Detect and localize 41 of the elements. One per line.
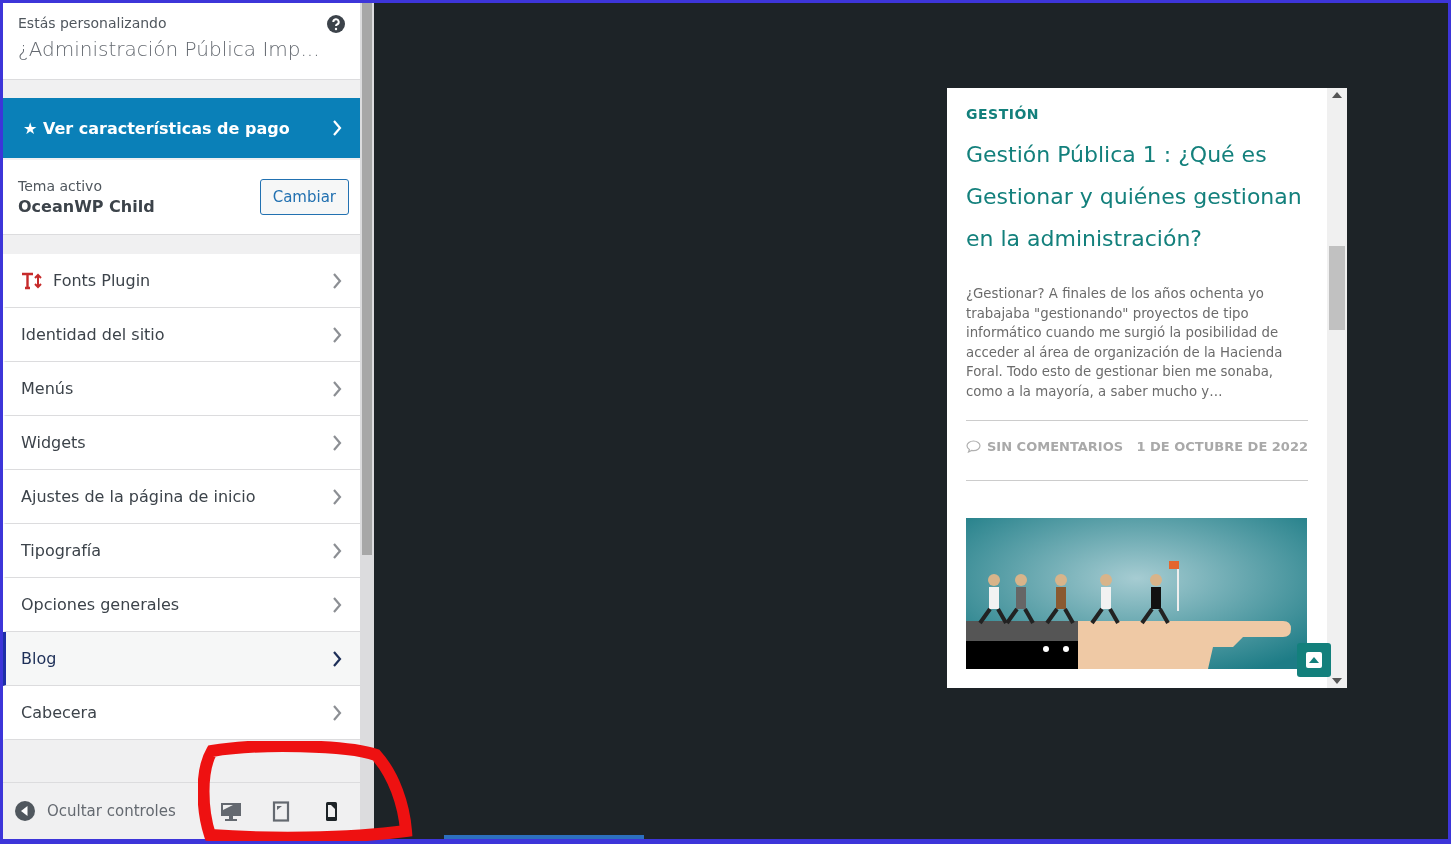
theme-name: OceanWP Child: [18, 197, 155, 216]
chevron-right-icon: [332, 596, 342, 613]
scrollbar-thumb[interactable]: [362, 3, 372, 555]
scroll-up-icon[interactable]: [1332, 92, 1342, 98]
active-theme-label: Tema activo: [18, 178, 103, 194]
section-item[interactable]: Cabecera: [3, 686, 360, 740]
chevron-right-icon: [332, 542, 342, 559]
chevron-right-icon: [332, 650, 342, 667]
post-title[interactable]: Gestión Pública 1 : ¿Qué es Gestionar y quiénes gestionan en la administración?: [966, 134, 1308, 260]
chevron-right-icon: [332, 434, 342, 451]
site-title: ¿Administración Pública Imp...: [18, 37, 320, 61]
hide-controls-button[interactable]: Ocultar controles: [15, 801, 176, 821]
section-item[interactable]: Menús: [3, 362, 360, 416]
scroll-down-icon[interactable]: [1332, 678, 1342, 684]
section-item[interactable]: Identidad del sitio: [3, 308, 360, 362]
section-item[interactable]: Opciones generales: [3, 578, 360, 632]
chevron-right-icon: [332, 488, 342, 505]
chevron-right-icon: [332, 272, 342, 289]
chevron-right-icon: [332, 380, 342, 397]
chevron-right-icon: [332, 120, 342, 136]
collapse-icon: [15, 801, 35, 821]
customizing-label: Estás personalizando: [18, 15, 168, 31]
comment-icon: [966, 439, 981, 453]
font-size-icon: [21, 271, 43, 290]
back-to-top-button[interactable]: [1297, 643, 1331, 677]
post-date: 1 DE OCTUBRE DE 2022: [1136, 438, 1308, 454]
category-link[interactable]: GESTIÓN: [966, 106, 1308, 122]
chevron-right-icon: [332, 704, 342, 721]
chevron-right-icon: [332, 326, 342, 343]
section-item[interactable]: Tipografía: [3, 524, 360, 578]
section-item[interactable]: Fonts Plugin: [3, 254, 360, 308]
upgrade-button[interactable]: ★ Ver características de pago: [3, 98, 360, 158]
change-theme-button[interactable]: Cambiar: [259, 179, 349, 215]
post-excerpt: ¿Gestionar? A finales de los años ochenta yo trabajaba "gestionando" proyectos de tipo informático cuando me surgió la posibilidad de acceder al área de organización de la Hacienda Foral. Todo esto de gestionar bien me sonaba, como a la mayoría, a saber mucho y…: [966, 284, 1308, 421]
section-item[interactable]: Blog: [3, 632, 360, 686]
desktop-icon: [220, 800, 242, 822]
section-item[interactable]: Ajustes de la página de inicio: [3, 470, 360, 524]
scrollbar-thumb[interactable]: [1329, 246, 1345, 330]
arrow-up-icon: [1306, 652, 1322, 668]
section-item[interactable]: Widgets: [3, 416, 360, 470]
tablet-icon: [270, 800, 292, 822]
